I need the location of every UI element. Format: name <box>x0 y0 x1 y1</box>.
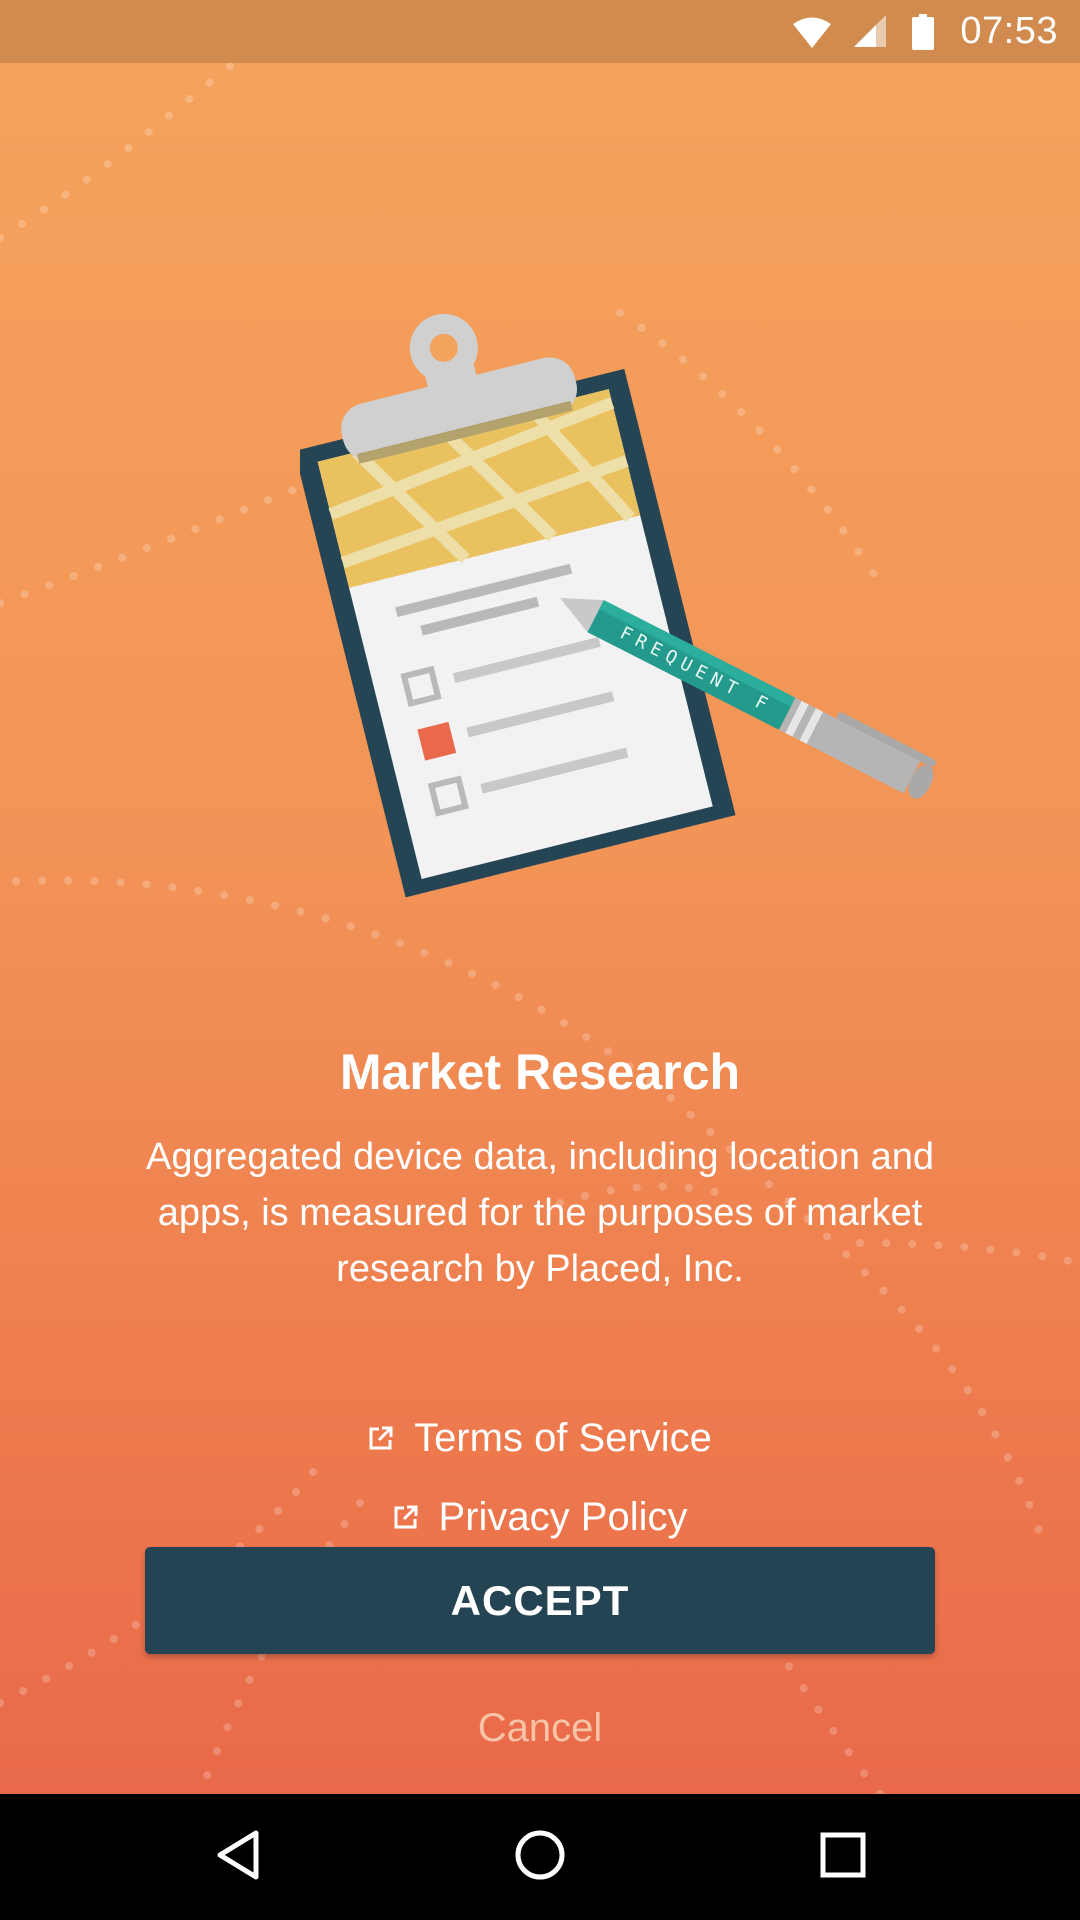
wifi-icon <box>792 15 832 49</box>
description-text: Aggregated device data, including locati… <box>145 1136 935 1290</box>
recents-icon <box>819 1831 867 1884</box>
status-bar: 07:53 <box>0 0 1080 63</box>
accept-button[interactable]: ACCEPT <box>145 1547 935 1654</box>
home-button[interactable] <box>460 1794 620 1920</box>
status-time: 07:53 <box>960 10 1058 52</box>
recents-button[interactable] <box>763 1794 923 1920</box>
terms-of-service-link[interactable]: Terms of Service <box>0 1408 1080 1468</box>
onboarding-content: FREQUENT F Market Research Aggregated de… <box>0 63 1080 1794</box>
terms-of-service-label: Terms of Service <box>414 1415 712 1460</box>
cancel-button[interactable]: Cancel <box>340 1693 740 1763</box>
page-title: Market Research <box>339 1044 741 1100</box>
privacy-policy-link[interactable]: Privacy Policy <box>0 1487 1080 1547</box>
navigation-bar <box>0 1794 1080 1920</box>
back-button[interactable] <box>158 1794 318 1920</box>
clipboard-illustration: FREQUENT F <box>300 313 936 898</box>
back-icon <box>214 1829 262 1886</box>
battery-icon <box>912 13 935 50</box>
external-link-icon <box>393 1495 419 1540</box>
privacy-policy-label: Privacy Policy <box>438 1494 688 1539</box>
screen: 07:53 FREQUENT F Market Research Aggrega… <box>0 0 1080 1920</box>
status-icons: 07:53 <box>792 0 1058 63</box>
external-link-icon <box>368 1416 394 1461</box>
signal-icon <box>852 14 888 49</box>
home-icon <box>514 1829 566 1886</box>
